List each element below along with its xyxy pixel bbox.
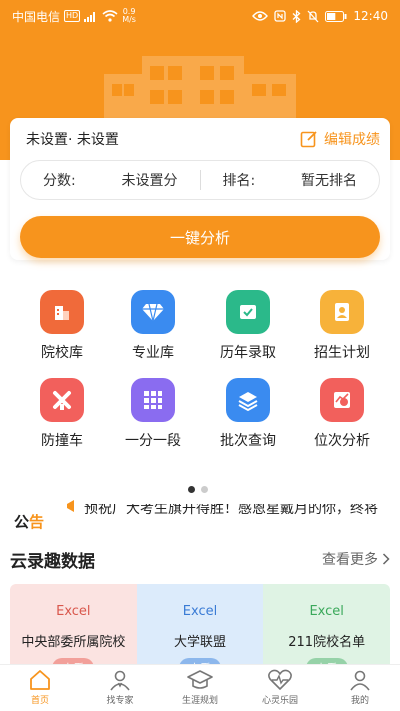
clock-time: 12:40 [353,9,388,23]
feature-label: 院校库 [41,345,83,361]
layers-icon [226,378,270,422]
feature-label: 招生计划 [314,345,370,361]
feature-label: 历年录取 [220,345,276,361]
chart-icon [320,378,364,422]
feature-label: 专业库 [132,345,174,361]
user-icon [350,670,370,691]
score-value: 未设置分 [121,173,178,189]
tab-label: 心灵乐园 [261,696,298,706]
card-title: 211院校名单 [288,635,366,650]
announcement-title-part1: 公 [14,512,30,531]
network-speed-unit: M/s [122,15,136,24]
edit-icon [300,131,317,148]
data-card[interactable]: Excel 中央部委所属院校 查看 [10,584,137,666]
one-click-analyze-button[interactable]: 一键分析 [20,216,380,258]
battery-icon [325,10,347,22]
rank-field: 排名: 暂无排名 [201,170,380,190]
hd-badge: HD [64,10,81,22]
card-file-type: Excel [56,604,91,619]
card-file-type: Excel [182,604,218,619]
see-more-link[interactable]: 查看更多 [322,549,390,569]
school-icon [40,290,84,334]
expert-icon [110,670,130,691]
feature-label: 一分一段 [125,433,181,449]
announcement-text: 预祝广大考生旗开得胜！感恩星戴月的你，终将 [84,501,378,517]
feature-label: 防撞车 [41,433,83,449]
card-title: 中央部委所属院校 [21,635,126,650]
person-card-icon [320,290,364,334]
eye-icon [252,11,269,21]
rank-value: 暂无排名 [301,173,357,189]
heart-pulse-icon [268,669,292,690]
section-header: 云录趣数据 查看更多 [10,546,390,572]
feature-label: 位次分析 [314,433,370,449]
data-card[interactable]: Excel 211院校名单 查看 [263,584,390,666]
feature-enrollment-plan[interactable]: 招生计划 [292,290,392,362]
grid-icon [131,378,175,422]
data-card[interactable]: Excel 大学联盟 查看 [136,584,264,666]
tab-mine[interactable]: 我的 [320,665,400,711]
cross-icon [40,378,84,422]
tab-mind-garden[interactable]: 心灵乐园 [240,665,320,711]
announcement-title-part2: 告 [29,512,45,531]
feature-past-admissions[interactable]: 历年录取 [198,290,298,362]
tab-label: 首页 [30,696,49,706]
megaphone-icon [67,500,74,512]
score-field: 分数: 未设置分 [21,170,200,190]
page-dot-2[interactable] [201,486,208,493]
signal-icon [84,11,96,22]
bluetooth-icon [292,9,301,23]
card-file-type: Excel [309,604,344,619]
tab-find-expert[interactable]: 找专家 [80,665,160,711]
rank-label: 排名: [222,173,256,189]
edit-score-button[interactable]: 编辑成绩 [300,129,380,149]
carrier-name: 中国电信 [12,9,61,24]
page-indicator [188,486,208,493]
chevron-right-icon [382,553,390,565]
score-rank-box[interactable]: 分数: 未设置分 排名: 暂无排名 [20,160,380,200]
feature-rank-analysis[interactable]: 位次分析 [292,378,392,450]
feature-batch-query[interactable]: 批次查询 [198,378,298,450]
graduation-cap-icon [187,670,213,689]
diamond-icon [131,290,175,334]
tab-label: 找专家 [106,696,134,706]
data-cards: Excel 中央部委所属院校 查看 Excel 大学联盟 查看 Excel 21… [10,584,390,666]
profile-row: 未设置· 未设置 编辑成绩 [26,128,380,150]
tab-home[interactable]: 首页 [0,665,80,711]
status-bar: 中国电信 HD 0.9 M/s 12:40 [0,0,400,32]
see-more-label: 查看更多 [322,552,378,568]
feature-major-library[interactable]: 专业库 [103,290,203,362]
feature-score-segment[interactable]: 一分一段 [103,378,203,450]
score-label: 分数: [43,173,76,189]
check-box-icon [226,290,270,334]
edit-score-label: 编辑成绩 [324,132,380,148]
tab-label: 我的 [350,696,369,706]
home-icon [30,670,50,690]
mute-icon [307,10,319,22]
card-title: 大学联盟 [174,635,227,650]
network-speed: 0.9 M/s [122,8,136,24]
announcement-title: 公告 [14,511,44,532]
nfc-icon [274,10,287,22]
feature-anti-collision[interactable]: 防撞车 [12,378,112,450]
wifi-icon [102,10,118,22]
tab-label: 生涯规划 [181,696,218,706]
tab-career-plan[interactable]: 生涯规划 [160,665,240,711]
region-subject-label: 未设置· 未设置 [26,132,119,148]
feature-label: 批次查询 [220,433,276,449]
announcement-bar[interactable]: 公告 预祝广大考生旗开得胜！感恩星戴月的你，终将 [10,496,395,532]
feature-school-library[interactable]: 院校库 [12,290,112,362]
section-title: 云录趣数据 [10,551,95,572]
bottom-tab-bar: 首页 找专家 生涯规划 心灵乐园 我的 [0,664,400,711]
page-dot-1[interactable] [188,486,195,493]
